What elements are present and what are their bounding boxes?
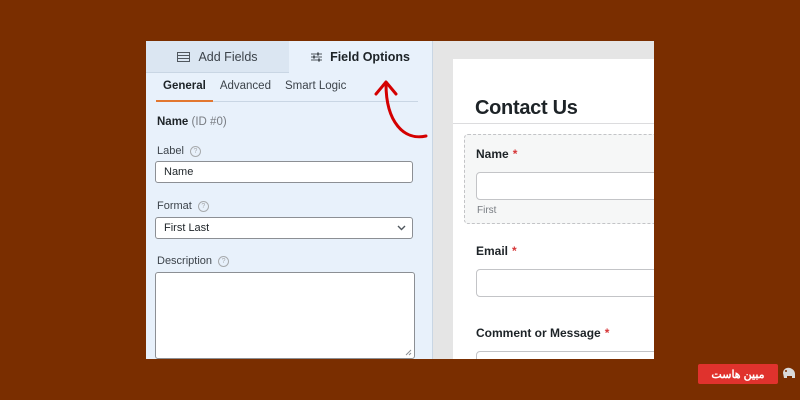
email-field-label-text: Email [476, 244, 509, 258]
field-heading-id: (ID #0) [191, 116, 227, 128]
label-caption-text: Label [157, 145, 184, 157]
hippo-icon [783, 367, 795, 378]
subtab-general[interactable]: General [156, 73, 213, 102]
format-select[interactable]: First Last [155, 217, 413, 239]
form-preview: Contact Us Name * First Email * Comment or… [453, 59, 654, 359]
field-heading-name: Name [157, 116, 189, 128]
subtab-smart-logic[interactable]: Smart Logic [278, 73, 353, 101]
tab-field-options[interactable]: Field Options [289, 41, 432, 73]
table-icon [177, 51, 191, 62]
panel-tabs: Add Fields Field Options [146, 41, 432, 73]
name-field-label-text: Name [476, 147, 509, 161]
divider [453, 123, 654, 124]
field-heading: Name (ID #0) [157, 116, 227, 128]
watermark-text: مبین هاست [711, 368, 765, 381]
tab-add-fields[interactable]: Add Fields [146, 41, 289, 73]
required-marker: * [604, 326, 610, 340]
description-caption-text: Description [157, 255, 213, 267]
help-icon[interactable]: ? [189, 145, 201, 157]
name-field-label: Name * [476, 147, 517, 161]
required-marker: * [512, 244, 517, 258]
format-caption: Format ? [157, 200, 209, 212]
first-sublabel: First [477, 205, 497, 216]
subtab-advanced[interactable]: Advanced [213, 73, 278, 101]
form-title: Contact Us [475, 97, 578, 119]
annotation-arrow-icon [374, 80, 428, 139]
format-select-value: First Last [164, 222, 210, 234]
help-icon[interactable]: ? [197, 200, 209, 212]
sliders-icon [311, 52, 323, 62]
chevron-down-icon [397, 225, 406, 231]
email-field-label: Email * [476, 244, 517, 258]
tab-add-fields-label: Add Fields [198, 49, 258, 64]
first-name-input[interactable] [476, 172, 654, 200]
required-marker: * [512, 147, 518, 161]
watermark-logo: مبین هاست [698, 364, 778, 384]
format-caption-text: Format [157, 200, 192, 212]
label-caption: Label ? [157, 145, 201, 157]
comment-field-label: Comment or Message * [476, 326, 609, 340]
description-caption: Description ? [157, 255, 230, 267]
email-input[interactable] [476, 269, 654, 297]
label-input[interactable]: Name [155, 161, 413, 183]
help-icon[interactable]: ? [218, 255, 230, 267]
description-textarea[interactable] [155, 272, 415, 359]
resize-grip-icon[interactable] [405, 349, 412, 356]
comment-textarea[interactable] [476, 351, 654, 359]
tab-field-options-label: Field Options [330, 50, 410, 64]
comment-field-label-text: Comment or Message [476, 326, 601, 340]
